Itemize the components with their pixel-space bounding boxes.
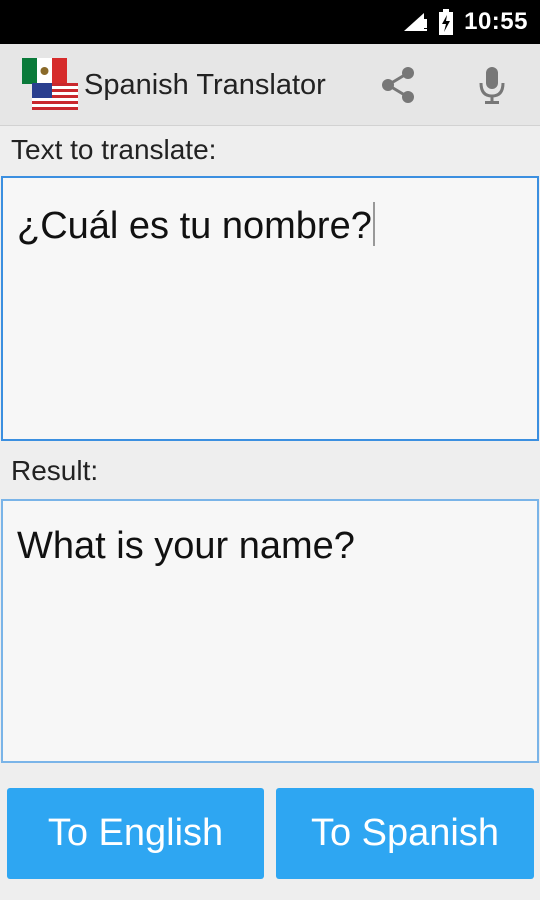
status-time: 10:55	[464, 8, 528, 35]
voice-input-button[interactable]	[462, 44, 522, 126]
to-spanish-button[interactable]: To Spanish	[276, 788, 534, 879]
input-label: Text to translate:	[11, 134, 217, 165]
status-icons: 10:55	[402, 0, 528, 44]
result-label: Result:	[11, 455, 99, 486]
mexico-flag-icon	[22, 58, 67, 84]
app-title: Spanish Translator	[84, 69, 326, 101]
usa-flag-icon	[32, 83, 78, 110]
share-icon	[382, 67, 414, 103]
result-field[interactable]: What is your name?	[1, 499, 539, 763]
status-bar: 10:55	[0, 0, 540, 44]
text-caret	[372, 202, 375, 246]
app-logo-flags[interactable]	[22, 56, 78, 112]
battery-charging-icon	[439, 9, 454, 35]
result-text: What is your name?	[17, 525, 355, 567]
microphone-icon	[479, 67, 505, 104]
input-text: ¿Cuál es tu nombre?	[17, 205, 372, 247]
signal-icon	[404, 13, 428, 31]
translate-input-field[interactable]: ¿Cuál es tu nombre?	[1, 176, 539, 441]
to-english-button[interactable]: To English	[7, 788, 264, 879]
share-button[interactable]	[368, 44, 428, 126]
action-bar: Spanish Translator	[0, 44, 540, 126]
